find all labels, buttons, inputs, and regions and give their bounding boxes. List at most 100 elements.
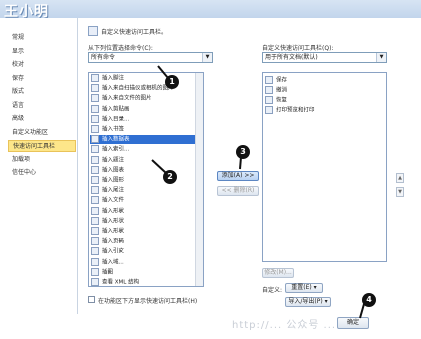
- command-item[interactable]: 插入文件: [91, 196, 124, 205]
- commands-source-dropdown[interactable]: 所有命令 ▼: [88, 52, 213, 63]
- command-icon: [91, 257, 99, 266]
- command-item[interactable]: 查看 XML 结构: [91, 278, 139, 286]
- command-label: 插入索引...: [102, 146, 130, 153]
- callout-1: 1: [165, 75, 179, 89]
- move-up-button[interactable]: ▲: [396, 173, 404, 183]
- add-button[interactable]: 添加(A) >>: [217, 171, 259, 181]
- reset-button[interactable]: 重置(E) ▾: [285, 283, 323, 293]
- page-intro-text: 自定义快速访问工具栏。: [101, 29, 168, 36]
- command-item[interactable]: 插入脚注: [91, 74, 124, 83]
- options-nav-pane: 常规显示 校对保存 版式语言 高级自定义功能区 快速访问工具栏 加载项 信任中心: [6, 18, 78, 314]
- show-below-ribbon-label: 在功能区下方显示快速访问工具栏(H): [98, 298, 198, 305]
- command-item[interactable]: 插入图表: [91, 165, 125, 175]
- toolbar-command-item[interactable]: 打印预览和打印: [265, 106, 315, 115]
- submenu-arrow-icon: ▸: [119, 207, 123, 214]
- command-icon: [91, 237, 99, 246]
- chevron-down-icon[interactable]: ▼: [376, 53, 386, 62]
- nav-item[interactable]: 保存: [8, 73, 76, 85]
- command-item[interactable]: 插入书签: [91, 125, 124, 134]
- submenu-arrow-icon: ▸: [119, 228, 123, 234]
- nav-item[interactable]: 快速访问工具栏: [8, 140, 76, 152]
- command-label: 插入图表: [102, 167, 125, 174]
- quick-access-toolbar-icon: [88, 26, 98, 36]
- command-label: 插入来自文件的图片: [102, 95, 152, 102]
- nav-item[interactable]: 显示: [8, 46, 76, 58]
- command-item[interactable]: 插入尾注: [91, 186, 124, 195]
- nav-item[interactable]: 语言: [8, 100, 76, 112]
- command-icon: [265, 76, 273, 84]
- command-item[interactable]: 插入索引...: [91, 145, 129, 154]
- toolbar-command-item[interactable]: 恢复: [265, 96, 287, 105]
- nav-item[interactable]: 信任中心: [8, 167, 76, 179]
- command-item[interactable]: 插入来自扫描仪或相机的图片: [91, 84, 174, 93]
- commands-list-scrollbar[interactable]: [195, 73, 203, 286]
- commands-source-value: 所有命令: [91, 54, 116, 61]
- command-icon: [91, 114, 99, 123]
- command-label: 插入域...: [102, 259, 124, 266]
- command-item[interactable]: 插图 ▸: [91, 267, 113, 277]
- command-item[interactable]: 插入目录...: [91, 114, 130, 124]
- command-label: 插入脚注: [102, 75, 125, 82]
- nav-item[interactable]: 校对: [8, 59, 76, 71]
- command-item[interactable]: 插入形状 ▸: [91, 227, 124, 236]
- command-label: 插入数据表: [102, 136, 130, 143]
- nav-item[interactable]: 自定义功能区: [8, 127, 76, 139]
- command-icon: [91, 104, 99, 113]
- toolbar-command-label: 撤消: [276, 87, 288, 94]
- command-icon: [91, 278, 99, 286]
- watermark-text: http://... 公众号 ...: [232, 320, 337, 331]
- command-icon: [91, 196, 99, 205]
- command-icon: [91, 267, 99, 276]
- command-item[interactable]: 插入域...: [91, 257, 124, 267]
- choose-commands-label: 从下列位置选择命令(C):: [88, 45, 153, 52]
- submenu-arrow-icon: ▸: [119, 248, 123, 255]
- command-label: 插入形状: [102, 218, 125, 225]
- title-bar: [0, 0, 421, 18]
- command-item[interactable]: 插入形状 ▸: [91, 206, 124, 216]
- nav-item[interactable]: 版式: [8, 86, 76, 98]
- toolbar-scope-dropdown[interactable]: 用于所有文档(默认) ▼: [262, 52, 387, 63]
- command-icon: [91, 227, 99, 235]
- command-icon: [91, 176, 99, 184]
- command-item[interactable]: 插入题注: [91, 155, 125, 165]
- toolbar-command-label: 保存: [276, 77, 288, 84]
- command-item[interactable]: 插入图形: [91, 176, 124, 185]
- ok-button[interactable]: 确定: [337, 317, 369, 329]
- command-label: 插入书签: [102, 126, 125, 133]
- chevron-down-icon[interactable]: ▼: [202, 53, 212, 62]
- show-below-ribbon-checkbox[interactable]: [88, 296, 95, 303]
- command-item[interactable]: 插入剪贴画: [91, 104, 130, 114]
- command-icon: [91, 74, 99, 82]
- toolbar-commands-list[interactable]: 保存撤消恢复打印预览和打印: [262, 72, 387, 262]
- command-label: 插入剪贴画: [102, 106, 130, 113]
- modify-button[interactable]: 修改(M)...: [262, 268, 294, 278]
- toolbar-scope-value: 用于所有文档(默认): [265, 54, 318, 61]
- command-icon: [265, 106, 273, 114]
- command-icon: [91, 135, 99, 144]
- command-icon: [91, 216, 99, 225]
- command-label: 插入图形: [102, 177, 125, 184]
- nav-item[interactable]: 常规: [8, 32, 76, 44]
- command-icon: [91, 186, 99, 195]
- command-item[interactable]: 插入页码 ▸: [91, 237, 124, 246]
- command-icon: [91, 155, 99, 164]
- command-item[interactable]: 插入引文 ▸: [91, 247, 124, 256]
- toolbar-command-item[interactable]: 保存: [265, 76, 287, 85]
- nav-item[interactable]: 加载项: [8, 154, 76, 166]
- command-label: 插入目录...: [102, 116, 130, 123]
- command-label: 插入题注: [102, 157, 125, 164]
- submenu-arrow-icon: ▸: [119, 238, 123, 245]
- nav-item[interactable]: 高级: [8, 113, 76, 125]
- command-item[interactable]: 插入来自文件的图片: [91, 94, 152, 103]
- toolbar-command-label: 恢复: [276, 97, 288, 104]
- customize-toolbar-label: 自定义快速访问工具栏(Q):: [262, 45, 334, 52]
- commands-list[interactable]: 查看 XML 结构 插图 ▸ 插入域... 插入引文 ▸ 插入页码 ▸ 插入形状 ▸ 插入形状 插入形…: [88, 72, 204, 287]
- import-export-button[interactable]: 导入/导出(P) ▾: [285, 297, 331, 307]
- remove-button[interactable]: << 删除(R): [217, 186, 259, 196]
- command-icon: [91, 247, 99, 256]
- toolbar-command-item[interactable]: 撤消: [265, 86, 287, 95]
- command-item[interactable]: 插入数据表: [90, 135, 202, 145]
- command-item[interactable]: 插入形状: [91, 216, 125, 226]
- command-icon: [91, 145, 99, 154]
- move-down-button[interactable]: ▼: [396, 187, 404, 197]
